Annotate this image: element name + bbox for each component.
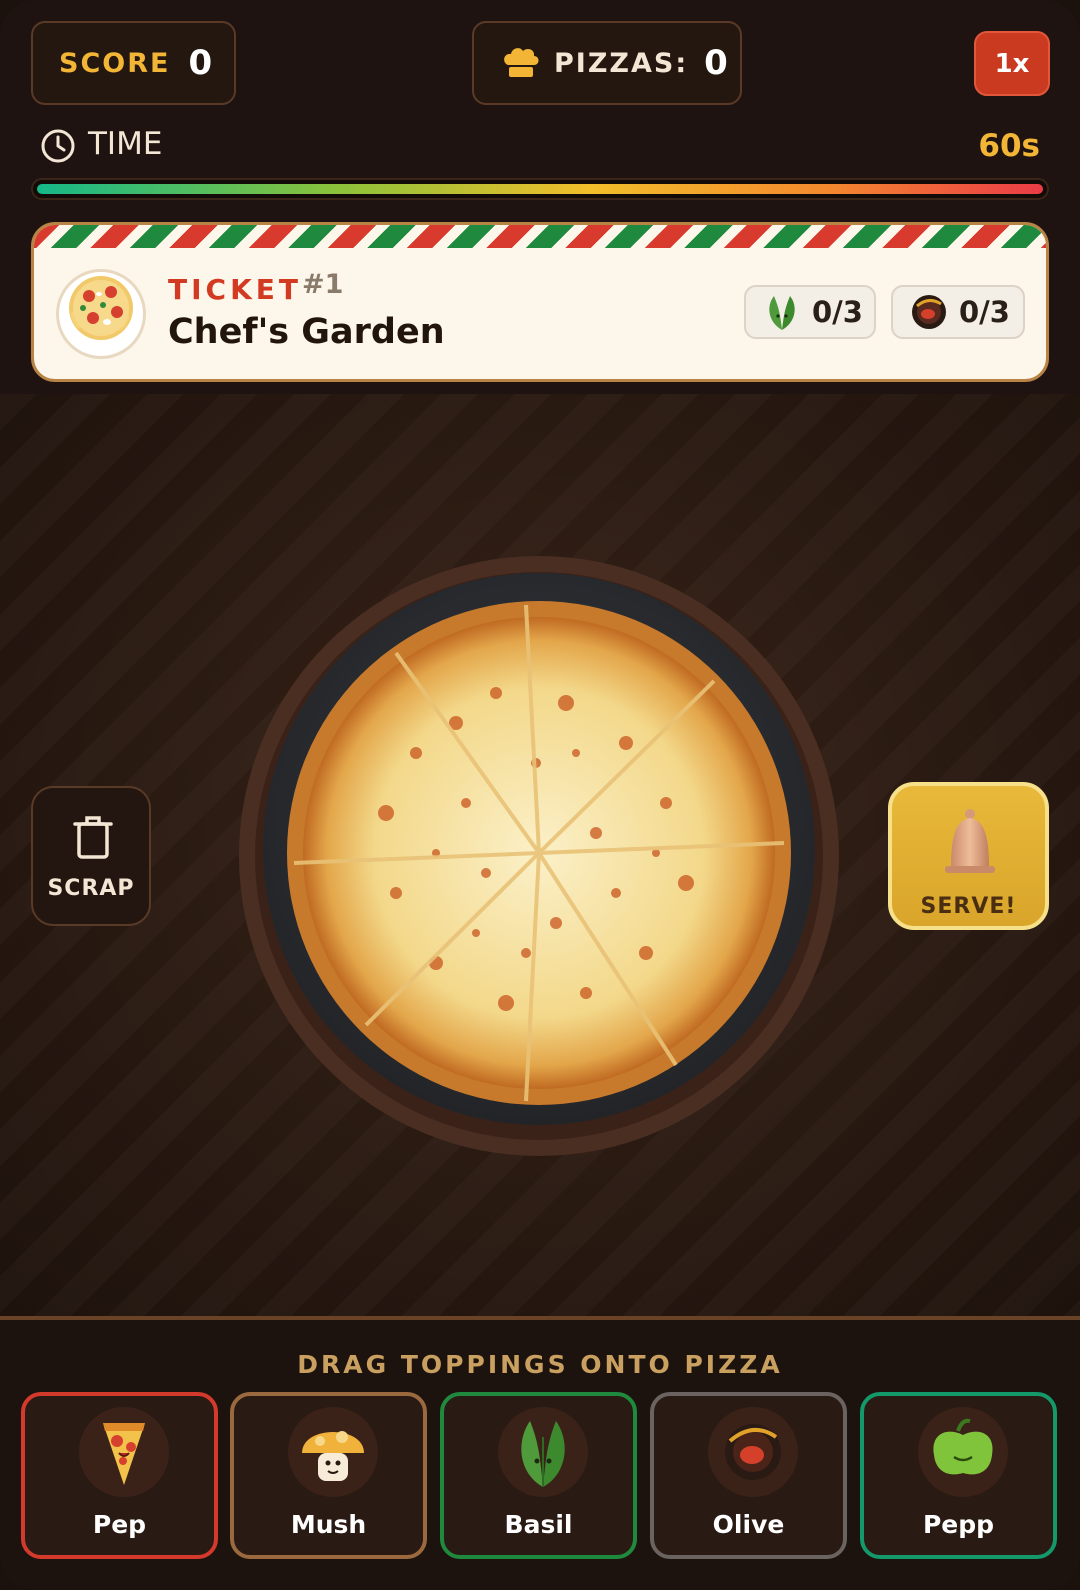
topping-mushroom[interactable]: Mush [230, 1392, 427, 1559]
topping-basil[interactable]: Basil [440, 1392, 637, 1559]
olive-icon [725, 1424, 781, 1480]
topping-label: Pep [92, 1510, 147, 1539]
topping-label: Mush [290, 1510, 367, 1539]
ticket-stripe [34, 225, 1046, 248]
scrap-label: SCRAP [47, 876, 135, 901]
basil-count: 0/3 [812, 295, 863, 329]
topping-olive[interactable]: Olive [650, 1392, 847, 1559]
ticket-label: TICKET [168, 273, 302, 306]
topping-pepperoni[interactable]: Pep [21, 1392, 218, 1559]
topping-label: Olive [712, 1510, 785, 1539]
game-screen: SCORE 0 PIZZAS: 0 1x TIME 60s TICKET #1 … [0, 0, 1080, 1590]
speed-multiplier-button[interactable]: 1x [974, 31, 1050, 96]
topping-label: Pepp [922, 1510, 995, 1539]
scrap-button[interactable]: SCRAP [31, 786, 151, 926]
time-progress-fill [37, 184, 1043, 194]
pizzas-value: 0 [704, 43, 728, 83]
timer-row: TIME 60s [40, 126, 1040, 166]
chef-hat-icon [504, 48, 539, 77]
order-pizza-icon [56, 269, 146, 359]
pizzas-display: PIZZAS: 0 [472, 21, 742, 105]
score-value: 0 [188, 43, 213, 83]
toppings-tray: DRAG TOPPINGS ONTO PIZZA Pep Mush Basil … [0, 1320, 1080, 1590]
pepperoni-icon [103, 1423, 145, 1485]
pizza-drop-zone[interactable] [236, 553, 842, 1159]
bell-icon [945, 809, 995, 873]
pepper-icon [933, 1418, 993, 1475]
tray-title: DRAG TOPPINGS ONTO PIZZA [297, 1350, 783, 1379]
trash-icon [73, 816, 113, 859]
score-display: SCORE 0 [31, 21, 236, 105]
order-ticket: TICKET #1 Chef's Garden 0/3 0/3 [31, 222, 1049, 382]
time-value: 60s [978, 128, 1040, 164]
olive-count: 0/3 [959, 295, 1010, 329]
time-progress-bar [31, 178, 1049, 200]
pizzas-label: PIZZAS: [554, 47, 689, 79]
clock-icon [41, 129, 75, 163]
basil-icon [521, 1421, 565, 1487]
olive-icon [912, 295, 946, 329]
topping-pepper[interactable]: Pepp [860, 1392, 1057, 1559]
basil-icon [769, 296, 795, 330]
mushroom-icon [302, 1431, 364, 1481]
ticket-number: #1 [302, 269, 344, 300]
requirement-basil: 0/3 [744, 285, 876, 339]
serve-button[interactable]: SERVE! [888, 782, 1049, 930]
serve-label: SERVE! [920, 894, 1017, 919]
time-label: TIME [88, 126, 163, 162]
topping-label: Basil [504, 1510, 573, 1539]
ticket-title: Chef's Garden [168, 312, 445, 352]
pizza [239, 556, 839, 1156]
hud: SCORE 0 PIZZAS: 0 1x TIME 60s TICKET #1 … [0, 0, 1080, 394]
score-label: SCORE [59, 47, 171, 79]
requirement-olive: 0/3 [891, 285, 1025, 339]
